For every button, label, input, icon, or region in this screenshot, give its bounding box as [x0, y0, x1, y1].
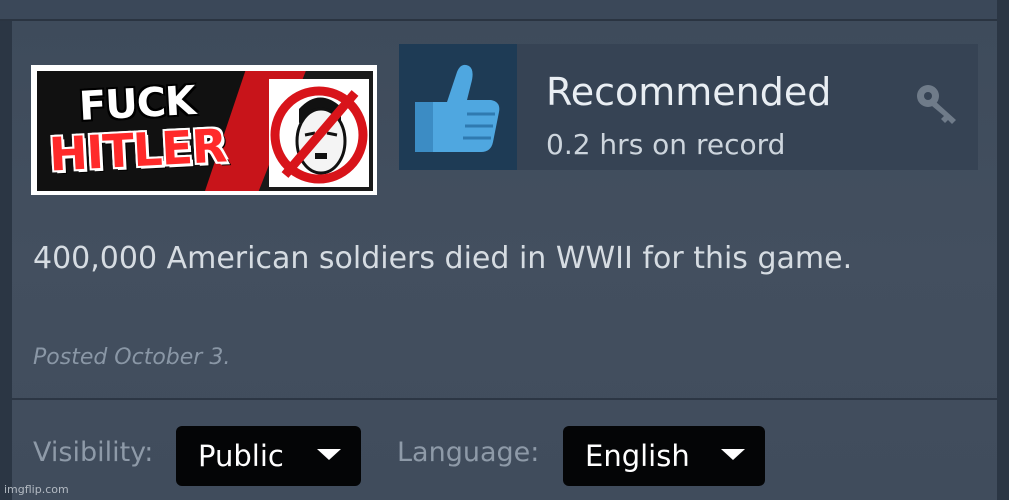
- watermark-text: imgflip.com: [4, 483, 69, 496]
- thumbs-up-icon: [415, 64, 500, 152]
- language-dropdown[interactable]: English: [563, 426, 765, 486]
- visibility-label: Visibility:: [33, 437, 154, 468]
- hours-on-record: 0.2 hrs on record: [546, 128, 786, 161]
- right-edge: [997, 0, 1009, 500]
- visibility-value: Public: [198, 439, 284, 473]
- chevron-down-icon: [721, 449, 745, 460]
- language-label: Language:: [397, 437, 540, 468]
- posted-date: Posted October 3.: [33, 345, 231, 370]
- language-value: English: [585, 439, 690, 473]
- footer-divider: [12, 398, 997, 400]
- banner-text-line2: HITLER: [47, 118, 228, 182]
- visibility-dropdown[interactable]: Public: [176, 426, 361, 486]
- recommendation-box[interactable]: Recommended 0.2 hrs on record: [399, 44, 978, 170]
- top-strip: [0, 0, 1009, 21]
- banner-artwork: FUCK HITLER: [37, 71, 373, 191]
- chevron-down-icon: [317, 449, 341, 460]
- left-edge: [0, 21, 12, 500]
- key-icon: [917, 85, 956, 124]
- recommendation-verdict: Recommended: [546, 70, 832, 114]
- review-body-text: 400,000 American soldiers died in WWII f…: [33, 241, 853, 276]
- game-banner-image[interactable]: FUCK HITLER: [31, 65, 377, 195]
- crossed-out-face-icon: [269, 79, 369, 187]
- review-frame: FUCK HITLER Recommended 0.2 hrs on recor…: [0, 0, 1009, 500]
- thumb-tile: [399, 44, 517, 170]
